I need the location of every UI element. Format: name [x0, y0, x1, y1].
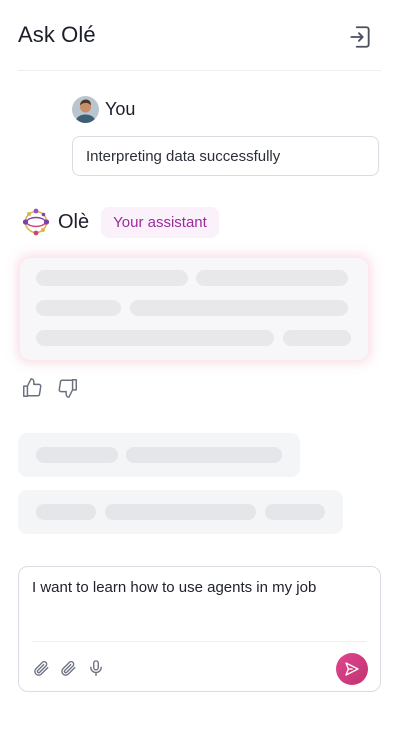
paperclip-icon[interactable] [32, 658, 50, 678]
loading-placeholder [105, 504, 256, 520]
send-button[interactable] [336, 653, 368, 685]
user-message-header: You [72, 96, 135, 123]
composer-divider [32, 641, 367, 642]
assistant-logo-icon [20, 206, 52, 238]
thumbs-down-icon[interactable] [57, 377, 79, 399]
assistant-badge: Your assistant [101, 206, 219, 238]
message-composer [18, 566, 381, 692]
message-input[interactable] [32, 579, 362, 596]
loading-response-card [20, 258, 368, 360]
loading-placeholder [130, 300, 348, 316]
loading-placeholder [283, 330, 351, 346]
loading-placeholder [265, 504, 325, 520]
page-title: Ask Olé [18, 22, 96, 47]
loading-placeholder [36, 330, 274, 346]
send-icon [345, 662, 359, 676]
microphone-icon[interactable] [87, 658, 105, 678]
loading-placeholder [36, 504, 96, 520]
assistant-header: Olè Your assistant [20, 206, 219, 238]
user-message-bubble: Interpreting data successfully [72, 136, 379, 176]
loading-placeholder [126, 447, 282, 463]
thumbs-up-icon[interactable] [21, 377, 43, 399]
loading-placeholder [196, 270, 348, 286]
paperclip-icon[interactable] [59, 658, 77, 678]
loading-placeholder [36, 300, 121, 316]
message-author: You [105, 99, 136, 119]
suggestion-placeholder[interactable] [18, 433, 300, 477]
header: Ask Olé [18, 0, 381, 71]
suggestion-placeholder[interactable] [18, 490, 343, 534]
loading-placeholder [36, 447, 118, 463]
assistant-name: Olè [58, 210, 90, 233]
avatar [72, 96, 99, 123]
loading-placeholder [36, 270, 188, 286]
logout-icon[interactable] [347, 24, 373, 50]
